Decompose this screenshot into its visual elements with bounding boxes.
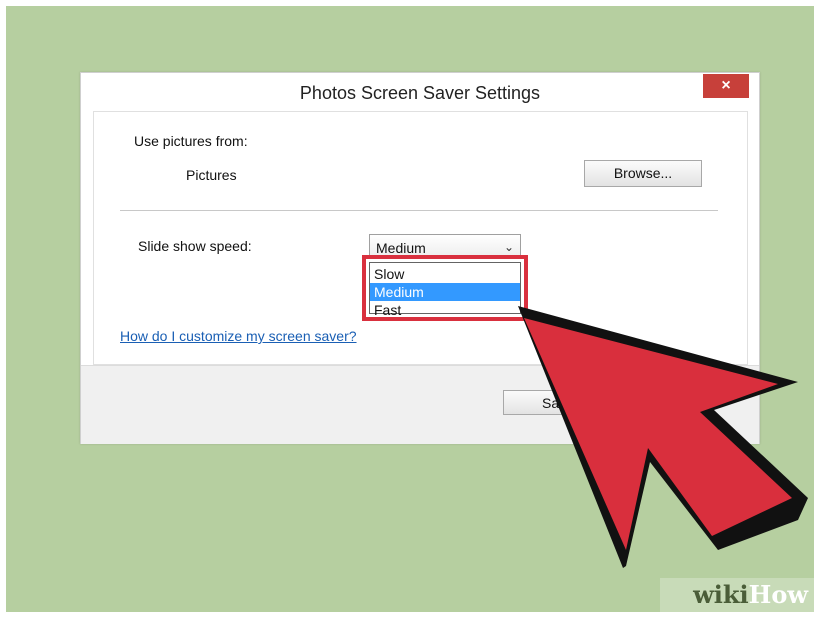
- divider: [120, 210, 718, 211]
- speed-option-medium[interactable]: Medium: [370, 283, 520, 301]
- save-button[interactable]: Sa: [503, 390, 603, 415]
- speed-dropdown-list: Slow Medium Fast: [369, 262, 521, 318]
- speed-option-slow[interactable]: Slow: [370, 265, 520, 283]
- wikihow-watermark: wikiHow: [660, 578, 814, 612]
- use-pictures-label: Use pictures from:: [134, 133, 248, 149]
- watermark-wiki: wiki: [693, 580, 749, 609]
- watermark-how: How: [748, 580, 808, 609]
- pictures-folder-value: Pictures: [186, 167, 237, 183]
- settings-panel: Use pictures from: Pictures Browse... Sl…: [93, 111, 748, 365]
- dialog-footer: Sa: [81, 365, 759, 444]
- slide-show-speed-label: Slide show speed:: [138, 238, 252, 254]
- speed-dropdown-highlight: Slow Medium Fast: [362, 255, 528, 321]
- dialog-title: Photos Screen Saver Settings: [299, 83, 541, 103]
- browse-button[interactable]: Browse...: [584, 160, 702, 187]
- close-button[interactable]: ×: [703, 74, 749, 98]
- title-bar: Photos Screen Saver Settings ×: [81, 73, 759, 109]
- help-link[interactable]: How do I customize my screen saver?: [120, 328, 357, 344]
- speed-option-fast[interactable]: Fast: [370, 301, 520, 318]
- screensaver-settings-dialog: Photos Screen Saver Settings × Use pictu…: [80, 72, 760, 444]
